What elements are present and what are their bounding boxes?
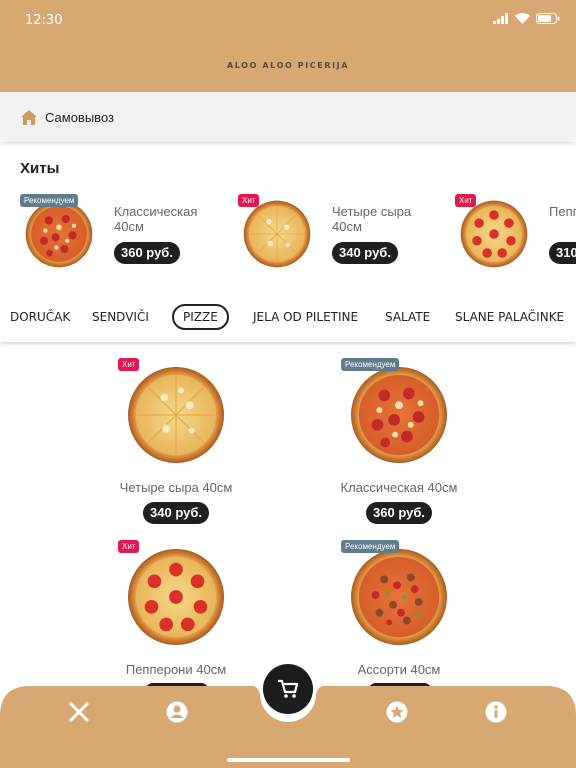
status-time: 12:30 [25, 13, 63, 28]
hits-title: Хиты [20, 160, 60, 177]
hit-card[interactable]: Хит Пепперони 40см 310 руб. [455, 194, 576, 274]
category-tab-active[interactable]: PIZZE [172, 304, 229, 330]
category-tab[interactable]: JELA OD PILETINE [253, 310, 358, 324]
info-icon[interactable] [485, 701, 507, 723]
pizza-image [127, 548, 225, 646]
category-tabs: DORUČAK SENDVIČI PIZZE JELA OD PILETINE … [0, 298, 576, 342]
category-tab[interactable]: SENDVIČI [92, 310, 149, 324]
home-indicator [227, 758, 350, 762]
category-tab[interactable]: SALATE [385, 310, 430, 324]
cart-icon [278, 679, 299, 698]
profile-icon[interactable] [166, 701, 188, 723]
product-name: Ассорти 40см [357, 662, 441, 677]
delivery-mode-selector[interactable]: Самовывоз [0, 92, 576, 142]
hit-badge: Хит [118, 358, 140, 371]
product-name: Классическая 40см [340, 480, 458, 495]
product-name: Четыре сыра 40см [119, 480, 233, 495]
hit-badge: Хит [118, 540, 140, 553]
hit-name: Пепперони 40см [549, 204, 576, 219]
pizza-image [243, 200, 311, 268]
pizza-image [350, 548, 448, 646]
status-icons [493, 13, 560, 24]
category-tab[interactable]: DORUČAK [10, 310, 70, 324]
home-icon [21, 109, 37, 125]
hit-badge: Хит [455, 194, 477, 207]
battery-icon [536, 13, 560, 24]
menu-icon[interactable] [68, 701, 90, 723]
product-name: Пепперони 40см [125, 662, 227, 677]
hit-name: Четыре сыра 40см [332, 204, 412, 234]
favorites-icon[interactable] [386, 701, 408, 723]
delivery-mode-label: Самовывоз [45, 109, 114, 125]
pizza-image [350, 366, 448, 464]
recommended-badge: Рекомендуем [20, 194, 79, 207]
hit-price: 340 руб. [332, 242, 398, 264]
hit-card[interactable]: Рекомендуем Классическая 40см 360 руб. [20, 194, 220, 274]
hit-badge: Хит [238, 194, 260, 207]
hit-card[interactable]: Хит Четыре сыра 40см 340 руб. [238, 194, 438, 274]
hit-price: 310 руб. [549, 242, 576, 264]
cart-button[interactable] [263, 664, 313, 714]
product-price[interactable]: 360 руб. [366, 502, 432, 524]
recommended-badge: Рекомендуем [341, 358, 400, 371]
product-price[interactable]: 340 руб. [143, 502, 209, 524]
recommended-badge: Рекомендуем [341, 540, 400, 553]
pizza-image [25, 200, 93, 268]
app-header: 12:30 ALOO ALOO PICERIJA [0, 0, 576, 92]
product-card[interactable]: Хит Четыре сыра 40см 340 руб. [76, 356, 276, 526]
wifi-icon [515, 13, 530, 24]
category-tab[interactable]: SLANE PALAČINKE [455, 310, 564, 324]
brand-name: ALOO ALOO PICERIJA [226, 61, 350, 70]
signal-icon [493, 13, 508, 24]
hit-name: Классическая 40см [114, 204, 198, 234]
product-card[interactable]: Рекомендуем Классическая 40см 360 руб. [299, 356, 499, 526]
hit-price: 360 руб. [114, 242, 180, 264]
pizza-image [460, 200, 528, 268]
pizza-image [127, 366, 225, 464]
